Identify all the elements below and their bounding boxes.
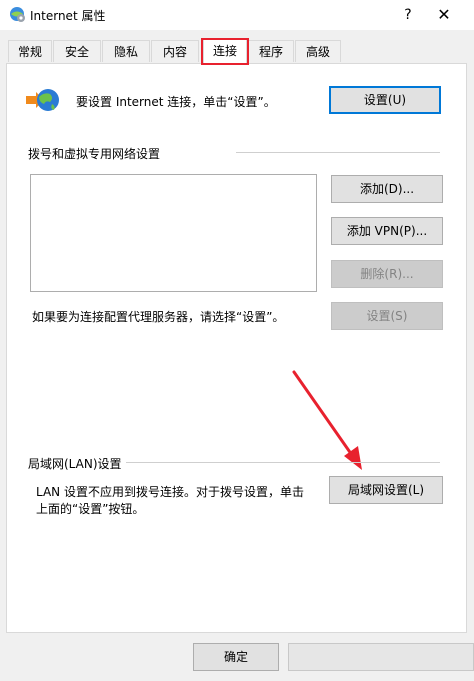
lan-group-divider <box>126 462 440 463</box>
tab-programs[interactable]: 程序 <box>248 40 294 62</box>
ie-settings-icon <box>10 7 25 22</box>
lan-settings-button[interactable]: 局域网设置(L) <box>329 476 443 504</box>
lan-group-title: 局域网(LAN)设置 <box>28 457 122 471</box>
proxy-text: 如果要为连接配置代理服务器，请选择“设置”。 <box>32 310 285 324</box>
tab-content[interactable]: 内容 <box>151 40 199 62</box>
add-button[interactable]: 添加(D)... <box>331 175 443 203</box>
lan-text-line2: 上面的“设置”按钮。 <box>36 502 145 516</box>
globe-network-icon <box>26 89 59 111</box>
close-button[interactable]: ✕ <box>432 3 456 27</box>
setup-button[interactable]: 设置(U) <box>329 86 441 114</box>
help-button[interactable]: ? <box>396 3 420 27</box>
tab-security[interactable]: 安全 <box>53 40 101 62</box>
lan-text-line1: LAN 设置不应用到拨号连接。对于拨号设置，单击 <box>36 485 304 499</box>
setup-text: 要设置 Internet 连接，单击“设置”。 <box>76 95 276 109</box>
delete-button[interactable]: 删除(R)... <box>331 260 443 288</box>
window-title: Internet 属性 <box>30 9 106 23</box>
group-divider <box>236 152 440 153</box>
cancel-button[interactable] <box>288 643 474 671</box>
connection-list[interactable] <box>30 174 317 292</box>
proxy-settings-button[interactable]: 设置(S) <box>331 302 443 330</box>
tab-connections[interactable]: 连接 <box>203 39 247 64</box>
arrow-annotation-icon <box>292 370 362 470</box>
dialup-group-title: 拨号和虚拟专用网络设置 <box>28 147 161 161</box>
tab-privacy[interactable]: 隐私 <box>102 40 150 62</box>
tab-advanced[interactable]: 高级 <box>295 40 341 62</box>
ok-button[interactable]: 确定 <box>193 643 279 671</box>
add-vpn-button[interactable]: 添加 VPN(P)... <box>331 217 443 245</box>
tab-general[interactable]: 常规 <box>8 40 52 62</box>
